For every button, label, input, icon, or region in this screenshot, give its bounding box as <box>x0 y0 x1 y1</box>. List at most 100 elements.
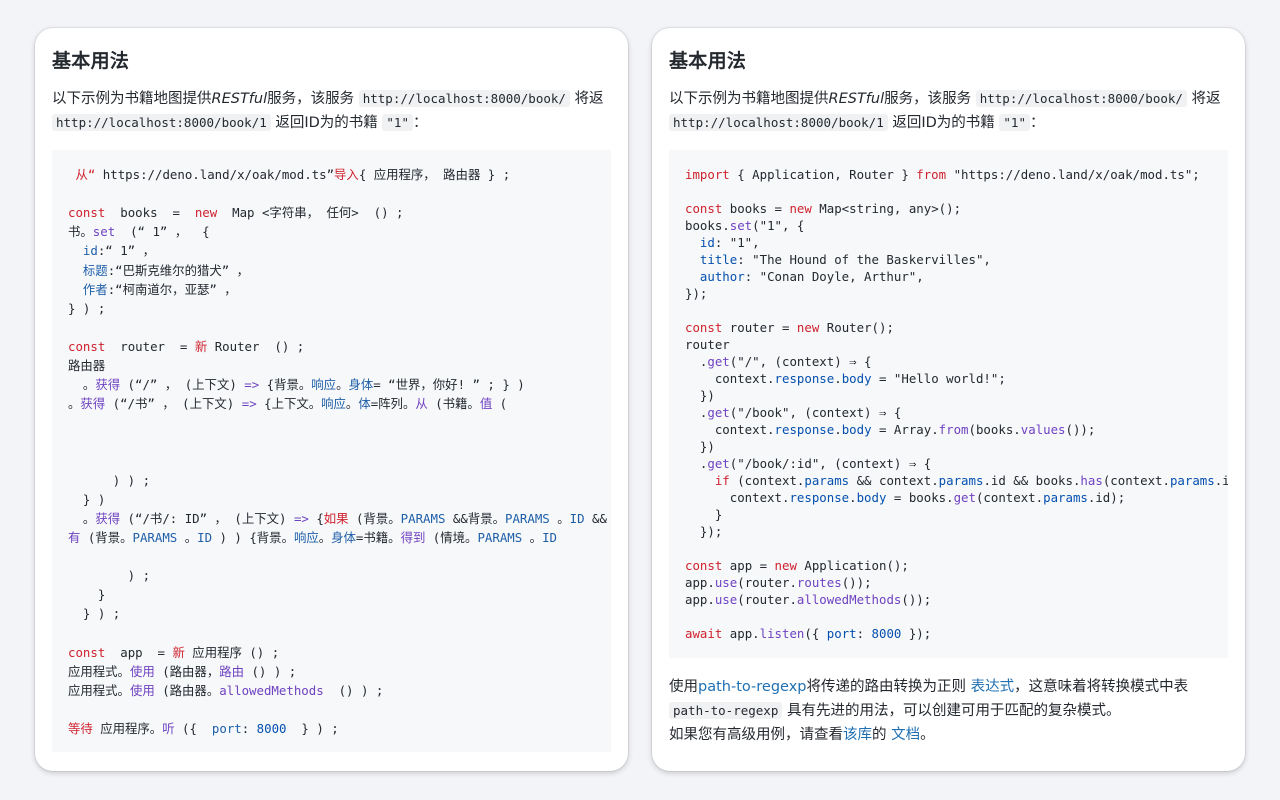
code-line: 应用程式。使用 (路由器，路由 () ) ; <box>68 663 296 680</box>
code-token: listen <box>759 626 805 641</box>
inline-code: "1" <box>382 114 413 131</box>
code-token: ({ <box>804 626 827 641</box>
code-token: => <box>241 396 257 412</box>
code-token: {背景。 <box>259 377 312 393</box>
code-token: } ) ; <box>68 606 121 622</box>
code-token: values <box>1020 422 1066 437</box>
code-line: if (context.params && context.params.id … <box>685 472 1228 489</box>
code-token: set <box>92 224 116 240</box>
code-token: 应用程式。 <box>68 663 130 679</box>
code-token: (context. <box>1102 473 1170 488</box>
code-token: :“ 1” ， <box>97 243 155 259</box>
code-token: author <box>699 269 745 284</box>
code-token: const <box>68 338 106 354</box>
code-token: Application(); <box>796 558 909 573</box>
code-token: ID <box>542 529 557 545</box>
code-token: 路由器 <box>68 358 106 373</box>
code-token: (context. <box>975 490 1044 505</box>
right-panel: 基本用法 以下示例为书籍地图提供RESTful服务，该服务 http://loc… <box>652 28 1245 771</box>
code-token: router <box>685 337 730 352</box>
outro-text: 将传递的路由转换为正则 <box>806 679 971 695</box>
code-token: (“ 1” ， { <box>115 224 210 240</box>
code-line: context.response.body = books.get(contex… <box>685 489 1125 506</box>
intro-paragraph: 以下示例为书籍地图提供RESTful服务，该服务 http://localhos… <box>669 87 1228 135</box>
code-token: .id)) { <box>1214 473 1228 488</box>
code-token: params <box>804 473 850 488</box>
code-line: .get("/book", (context) ⇒ { <box>685 404 901 421</box>
docs-link[interactable]: 文档 <box>891 727 920 743</box>
code-token: 响应 <box>321 396 346 412</box>
code-token: : <box>241 720 257 736</box>
code-token: routes <box>796 575 842 590</box>
code-token: get <box>707 405 730 420</box>
inline-code: "1" <box>999 114 1030 131</box>
outro-paragraph: 使用path-to-regexp将传递的路由转换为正则 表达式，这意味着将转换模… <box>669 675 1228 747</box>
code-line: author: "Conan Doyle, Arthur", <box>685 268 924 285</box>
code-token: context. <box>685 490 790 505</box>
code-line: 。获得 (“/书” ， (上下文) => {上下文。响应。体=阵列。从 (书籍。… <box>68 395 507 412</box>
code-token: get <box>707 456 730 471</box>
code-token: . <box>849 490 857 505</box>
path-to-regexp-link[interactable]: path-to-regexp <box>698 679 806 695</box>
code-token: 应用程序。 <box>92 720 163 736</box>
code-token: 标题 <box>82 262 108 278</box>
intro-text: ： <box>1029 115 1045 131</box>
code-token: }) <box>685 439 715 454</box>
code-token: } ) <box>68 491 106 507</box>
code-token: }); <box>685 286 708 301</box>
code-line: context.response.body = Array.from(books… <box>685 421 1096 438</box>
code-token: from <box>916 167 947 182</box>
outro-text: 的 <box>872 727 892 743</box>
code-line: const books = new Map<string, any>(); <box>685 200 961 217</box>
code-token: get <box>953 490 976 505</box>
code-token: use <box>714 592 738 607</box>
code-token: context. <box>685 371 775 386</box>
left-panel: 基本用法 以下示例为书籍地图提供RESTful服务，该服务 http://loc… <box>35 28 628 771</box>
inline-code: http://localhost:8000/book/ <box>358 90 570 107</box>
code-token: port <box>211 720 242 736</box>
code-token: = "Hello world!"; <box>871 371 1006 386</box>
code-token: }); <box>685 524 723 539</box>
library-link[interactable]: 该库 <box>843 727 872 743</box>
code-token: "https://deno.land/x/oak/mod.ts"; <box>946 167 1200 182</box>
code-token: get <box>707 354 730 369</box>
code-token: (“/书/: ID” ， (上下文) <box>120 510 294 526</box>
code-token: 获得 <box>80 396 106 412</box>
outro-text: 使用 <box>669 679 698 695</box>
code-token: 。 <box>336 377 349 393</box>
code-line: const router = new Router(); <box>685 319 894 336</box>
code-line: import { Application, Router } from "htt… <box>685 166 1200 183</box>
code-token: 。 <box>345 396 359 412</box>
code-line: }); <box>685 285 707 302</box>
code-token: } ) ; <box>68 300 106 316</box>
code-token: 。 <box>177 529 198 545</box>
intro-text: 返回ID为的书籍 <box>892 115 995 131</box>
code-token: && context. <box>849 473 939 488</box>
code-line: 。获得 (“/书/: ID” ， (上下文) => {如果 (背景。PARAMS… <box>68 510 607 527</box>
code-line: ) ; <box>68 567 150 584</box>
intro-text: 将返 <box>1191 91 1221 107</box>
code-token: } ) ; <box>286 720 339 736</box>
code-token: (“/” ， (上下文) <box>120 377 245 393</box>
regex-link[interactable]: 表达式 <box>971 679 1015 695</box>
code-line: 有 (背景。PARAMS 。ID ) ) {背景。响应。身体=书籍。得到 (情境… <box>68 529 557 546</box>
code-token: ("/", (context) ⇒ { <box>729 354 872 369</box>
code-token: 。 <box>522 529 543 545</box>
code-token: 获得 <box>95 377 121 393</box>
code-token: body <box>841 371 872 386</box>
code-token: params <box>1169 473 1215 488</box>
code-line: } ) ; <box>68 300 105 317</box>
intro-em: RESTful <box>211 91 268 107</box>
code-token: 新 <box>194 338 208 354</box>
code-token: PARAMS <box>477 529 523 545</box>
code-token: .id && books. <box>983 473 1081 488</box>
code-token: app. <box>685 575 715 590</box>
code-line: ) ) ; <box>68 472 150 489</box>
code-token: 导入 <box>334 167 359 182</box>
code-token: (路由器， <box>154 663 220 679</box>
code-token: ID <box>569 510 585 526</box>
code-line: 标题:“巴斯克维尔的猎犬” ， <box>68 262 249 279</box>
code-line: } ) <box>68 491 105 508</box>
code-token: : "1", <box>714 235 760 250</box>
